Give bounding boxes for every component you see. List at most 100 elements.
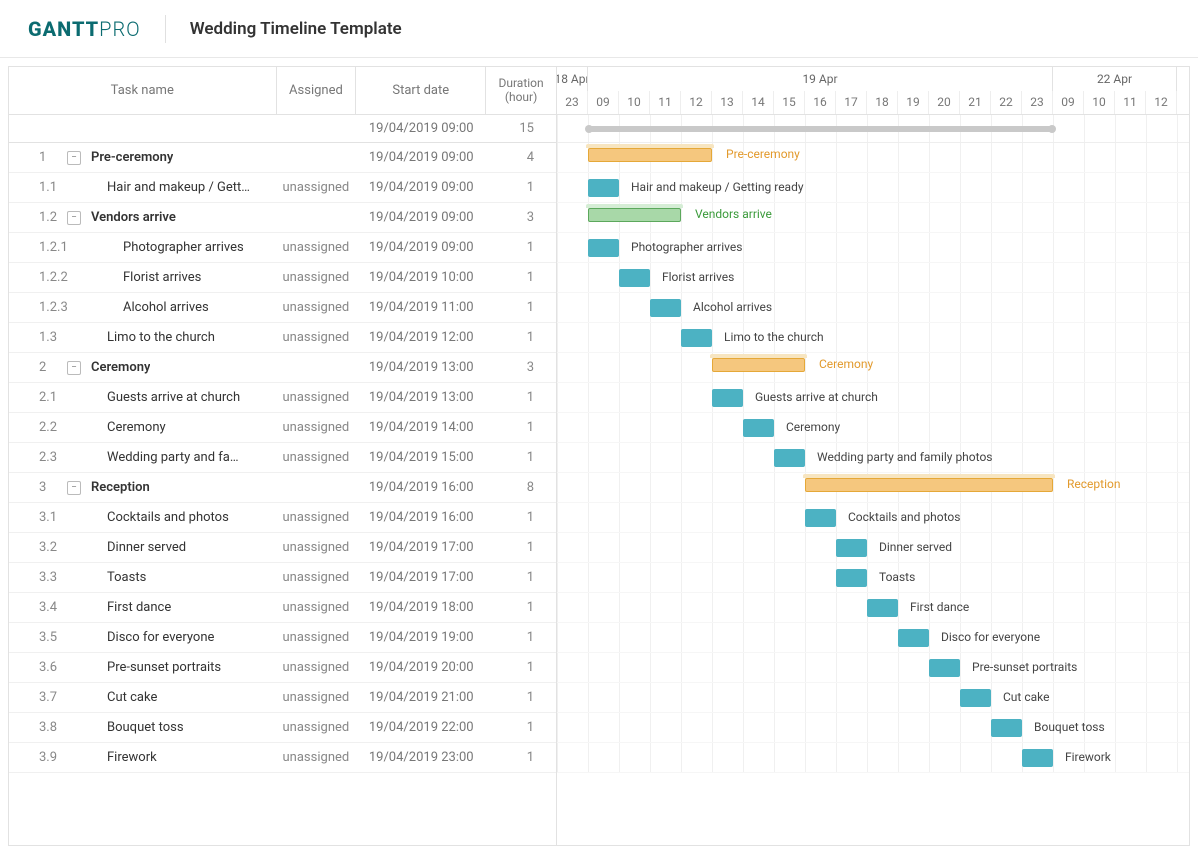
assigned-cell[interactable]: unassigned: [277, 510, 357, 525]
duration-cell[interactable]: 1: [486, 180, 556, 195]
task-bar[interactable]: Wedding party and family photos: [774, 449, 805, 467]
gantt-row[interactable]: Cocktails and photos: [557, 503, 1189, 533]
start-date-cell[interactable]: 19/04/2019 15:00: [356, 450, 486, 465]
task-bar[interactable]: Florist arrives: [619, 269, 650, 287]
start-date-cell[interactable]: 19/04/2019 16:00: [356, 510, 486, 525]
task-row[interactable]: 3.9Fireworkunassigned19/04/2019 23:001: [9, 743, 556, 773]
assigned-cell[interactable]: unassigned: [277, 570, 357, 585]
task-row[interactable]: 2.3Wedding party and fa…unassigned19/04/…: [9, 443, 556, 473]
duration-cell[interactable]: 1: [486, 450, 556, 465]
document-title[interactable]: Wedding Timeline Template: [190, 19, 402, 39]
duration-cell[interactable]: 1: [486, 690, 556, 705]
assigned-cell[interactable]: unassigned: [277, 390, 357, 405]
gantt-row[interactable]: Photographer arrives: [557, 233, 1189, 263]
app-logo[interactable]: GANTTPRO: [28, 17, 141, 41]
gantt-row[interactable]: Cut cake: [557, 683, 1189, 713]
expand-toggle[interactable]: −: [67, 151, 81, 165]
col-header-start[interactable]: Start date: [356, 67, 486, 114]
duration-cell[interactable]: 1: [486, 570, 556, 585]
task-row[interactable]: 1.3Limo to the churchunassigned19/04/201…: [9, 323, 556, 353]
start-date-cell[interactable]: 19/04/2019 10:00: [356, 270, 486, 285]
start-date-cell[interactable]: 19/04/2019 13:00: [356, 390, 486, 405]
assigned-cell[interactable]: unassigned: [277, 420, 357, 435]
task-row[interactable]: 3.3Toastsunassigned19/04/2019 17:001: [9, 563, 556, 593]
duration-cell[interactable]: 1: [486, 270, 556, 285]
assigned-cell[interactable]: unassigned: [277, 750, 357, 765]
assigned-cell[interactable]: unassigned: [277, 720, 357, 735]
group-bar[interactable]: Ceremony: [712, 358, 805, 372]
start-date-cell[interactable]: 19/04/2019 11:00: [356, 300, 486, 315]
start-date-cell[interactable]: 19/04/2019 09:00: [356, 210, 486, 225]
assigned-cell[interactable]: unassigned: [277, 330, 357, 345]
gantt-row[interactable]: Reception: [557, 473, 1189, 503]
task-row[interactable]: 1.1Hair and makeup / Gett…unassigned19/0…: [9, 173, 556, 203]
task-row[interactable]: 3−Reception19/04/2019 16:008: [9, 473, 556, 503]
gantt-row[interactable]: Limo to the church: [557, 323, 1189, 353]
task-row[interactable]: 1−Pre-ceremony19/04/2019 09:004: [9, 143, 556, 173]
duration-cell[interactable]: 1: [486, 630, 556, 645]
project-summary-row[interactable]: 19/04/2019 09:00 15: [9, 115, 556, 143]
task-bar[interactable]: Photographer arrives: [588, 239, 619, 257]
duration-cell[interactable]: 1: [486, 240, 556, 255]
gantt-row[interactable]: Firework: [557, 743, 1189, 773]
start-date-cell[interactable]: 19/04/2019 21:00: [356, 690, 486, 705]
start-date-cell[interactable]: 19/04/2019 22:00: [356, 720, 486, 735]
gantt-row[interactable]: Pre-ceremony: [557, 143, 1189, 173]
task-bar[interactable]: Bouquet toss: [991, 719, 1022, 737]
task-bar[interactable]: Limo to the church: [681, 329, 712, 347]
gantt-row[interactable]: Vendors arrive: [557, 203, 1189, 233]
task-row[interactable]: 2−Ceremony19/04/2019 13:003: [9, 353, 556, 383]
group-bar[interactable]: Vendors arrive: [588, 208, 681, 222]
duration-cell[interactable]: 1: [486, 300, 556, 315]
expand-toggle[interactable]: −: [67, 211, 81, 225]
gantt-row[interactable]: Pre-sunset portraits: [557, 653, 1189, 683]
start-date-cell[interactable]: 19/04/2019 18:00: [356, 600, 486, 615]
expand-toggle[interactable]: −: [67, 361, 81, 375]
duration-cell[interactable]: 1: [486, 330, 556, 345]
gantt-row[interactable]: Florist arrives: [557, 263, 1189, 293]
assigned-cell[interactable]: unassigned: [277, 180, 357, 195]
duration-cell[interactable]: 1: [486, 600, 556, 615]
task-row[interactable]: 2.1Guests arrive at churchunassigned19/0…: [9, 383, 556, 413]
task-bar[interactable]: Alcohol arrives: [650, 299, 681, 317]
task-row[interactable]: 1.2.1Photographer arrivesunassigned19/04…: [9, 233, 556, 263]
assigned-cell[interactable]: unassigned: [277, 660, 357, 675]
task-bar[interactable]: Guests arrive at church: [712, 389, 743, 407]
task-bar[interactable]: Disco for everyone: [898, 629, 929, 647]
start-date-cell[interactable]: 19/04/2019 20:00: [356, 660, 486, 675]
start-date-cell[interactable]: 19/04/2019 17:00: [356, 570, 486, 585]
start-date-cell[interactable]: 19/04/2019 09:00: [356, 240, 486, 255]
duration-cell[interactable]: 1: [486, 720, 556, 735]
start-date-cell[interactable]: 19/04/2019 09:00: [356, 180, 486, 195]
start-date-cell[interactable]: 19/04/2019 17:00: [356, 540, 486, 555]
duration-cell[interactable]: 3: [486, 210, 556, 225]
task-row[interactable]: 3.1Cocktails and photosunassigned19/04/2…: [9, 503, 556, 533]
task-row[interactable]: 1.2−Vendors arrive19/04/2019 09:003: [9, 203, 556, 233]
assigned-cell[interactable]: unassigned: [277, 450, 357, 465]
task-bar[interactable]: Firework: [1022, 749, 1053, 767]
duration-cell[interactable]: 1: [486, 510, 556, 525]
task-row[interactable]: 3.8Bouquet tossunassigned19/04/2019 22:0…: [9, 713, 556, 743]
task-bar[interactable]: Hair and makeup / Getting ready: [588, 179, 619, 197]
task-bar[interactable]: Cocktails and photos: [805, 509, 836, 527]
start-date-cell[interactable]: 19/04/2019 14:00: [356, 420, 486, 435]
task-bar[interactable]: Toasts: [836, 569, 867, 587]
duration-cell[interactable]: 3: [486, 360, 556, 375]
assigned-cell[interactable]: unassigned: [277, 270, 357, 285]
expand-toggle[interactable]: −: [67, 481, 81, 495]
task-bar[interactable]: Dinner served: [836, 539, 867, 557]
duration-cell[interactable]: 1: [486, 390, 556, 405]
duration-cell[interactable]: 1: [486, 540, 556, 555]
task-row[interactable]: 3.2Dinner servedunassigned19/04/2019 17:…: [9, 533, 556, 563]
col-header-task[interactable]: Task name: [9, 67, 277, 114]
assigned-cell[interactable]: unassigned: [277, 240, 357, 255]
project-bar[interactable]: [588, 126, 1053, 132]
group-bar[interactable]: Reception: [805, 478, 1053, 492]
gantt-row[interactable]: Dinner served: [557, 533, 1189, 563]
task-bar[interactable]: Ceremony: [743, 419, 774, 437]
start-date-cell[interactable]: 19/04/2019 09:00: [356, 150, 486, 165]
gantt-row[interactable]: Bouquet toss: [557, 713, 1189, 743]
assigned-cell[interactable]: unassigned: [277, 630, 357, 645]
gantt-row[interactable]: Hair and makeup / Getting ready: [557, 173, 1189, 203]
task-row[interactable]: 3.7Cut cakeunassigned19/04/2019 21:001: [9, 683, 556, 713]
